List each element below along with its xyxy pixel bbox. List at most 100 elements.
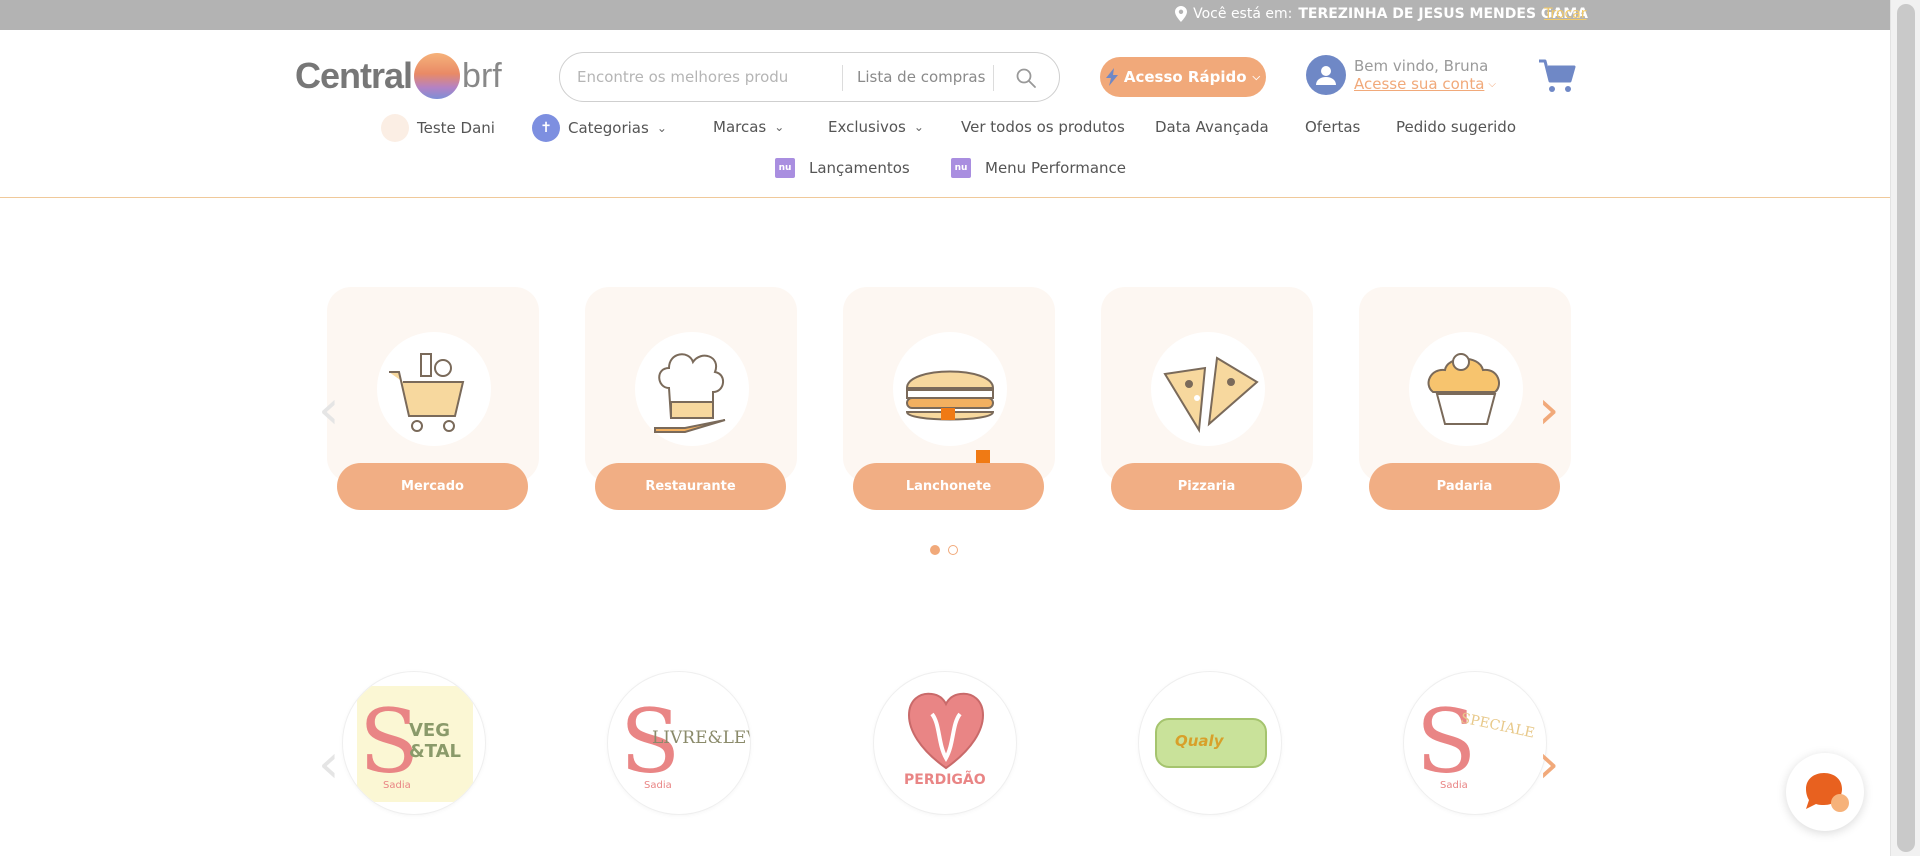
- nav-item-ver-todos[interactable]: Ver todos os produtos: [961, 118, 1125, 136]
- category-icon-bg: [893, 332, 1007, 446]
- category-card-restaurante[interactable]: Restaurante: [585, 287, 797, 510]
- nav-label: Ver todos os produtos: [961, 118, 1125, 136]
- chevron-down-icon: ⌵: [1252, 71, 1261, 83]
- logo-sun-icon: [414, 53, 461, 99]
- location-prefix: Você está em:: [1193, 6, 1293, 22]
- nav-item-ofertas[interactable]: Ofertas: [1305, 118, 1360, 136]
- category-icon-bg: [1409, 332, 1523, 446]
- nav-label: Categorias: [568, 119, 649, 137]
- nav-item-exclusivos[interactable]: Exclusivos ⌄: [828, 118, 924, 136]
- user-icon: [1316, 66, 1336, 85]
- search-input[interactable]: Encontre os melhores produtos para: [577, 68, 787, 86]
- nav-item-pedido-sugerido[interactable]: Pedido sugerido: [1396, 118, 1516, 136]
- menu-performance-icon: nu: [951, 158, 971, 178]
- nav-label: Data Avançada: [1155, 118, 1269, 136]
- shopping-cart-icon: [389, 353, 465, 432]
- nav-item-data-avancada[interactable]: Data Avançada: [1155, 118, 1269, 136]
- category-button[interactable]: Restaurante: [595, 463, 786, 510]
- central-brf-logo[interactable]: Central brf: [295, 51, 502, 101]
- nav-label: Ofertas: [1305, 118, 1361, 136]
- chef-hat-icon: [654, 353, 726, 433]
- lancamentos-icon: nu: [775, 158, 795, 178]
- category-card-mercado[interactable]: Mercado: [327, 287, 539, 510]
- page-scrollbar[interactable]: [1890, 0, 1920, 856]
- nav-label: Teste Dani: [417, 119, 495, 137]
- category-icon-bg: [1151, 332, 1265, 446]
- chat-button[interactable]: [1786, 753, 1864, 831]
- site-header: Central brf Encontre os melhores produto…: [0, 30, 1890, 198]
- brands-prev-arrow-icon[interactable]: ‹: [318, 732, 340, 795]
- chevron-down-icon: ⌵: [1488, 78, 1496, 90]
- brand-sub: Sadia: [644, 780, 672, 791]
- burger-icon: [905, 370, 995, 421]
- brand-label: VEG &TAL: [409, 720, 461, 762]
- marker-indicator: [976, 450, 990, 464]
- nav-label: Marcas: [713, 118, 767, 136]
- chat-bubbles-icon: [1806, 773, 1849, 812]
- nav-item-teste-dani[interactable]: Teste Dani: [381, 114, 495, 142]
- search-bar: Encontre os melhores produtos para Lista…: [559, 52, 1060, 102]
- quick-access-label: Acesso Rápido: [1123, 68, 1247, 86]
- welcome-text: Bem vindo, Bruna: [1354, 57, 1489, 75]
- carousel-dot[interactable]: [948, 545, 958, 555]
- carousel-dot[interactable]: [930, 545, 940, 555]
- teste-dani-icon: [381, 114, 409, 142]
- chevron-down-icon: ⌄: [913, 120, 924, 134]
- cart-icon[interactable]: [1537, 57, 1577, 97]
- cupcake-icon: [1427, 353, 1500, 425]
- brand-sub: Sadia: [1440, 780, 1468, 791]
- sadia-s-icon: S: [1416, 690, 1477, 793]
- carousel-next-arrow-icon[interactable]: ›: [1538, 378, 1560, 441]
- carousel-pagination: [930, 545, 958, 555]
- location-pin-icon: [1175, 6, 1188, 22]
- carousel-prev-arrow-icon[interactable]: ‹: [318, 378, 340, 441]
- brand-logo-qualy[interactable]: Qualy: [1138, 671, 1282, 815]
- brands-next-arrow-icon[interactable]: ›: [1538, 732, 1560, 795]
- brand-label: Qualy: [1175, 732, 1224, 750]
- category-icon-bg: [635, 332, 749, 446]
- category-button[interactable]: Padaria: [1369, 463, 1560, 510]
- shopping-list-button[interactable]: Lista de compras: [857, 68, 985, 86]
- quick-access-button[interactable]: Acesso Rápido ⌵: [1100, 57, 1266, 97]
- cutlery-icon: ✝: [532, 114, 560, 142]
- nav-label: Exclusivos: [828, 118, 906, 136]
- account-link[interactable]: Acesse sua conta: [1354, 75, 1484, 93]
- pizza-icon: [1163, 356, 1259, 434]
- nav-item-menu-performance[interactable]: nu Menu Performance: [951, 158, 1126, 178]
- brand-logo-perdigao[interactable]: PERDIGÃO: [873, 671, 1017, 815]
- location-bar: Você está em: TEREZINHA DE JESUS MENDES …: [0, 0, 1890, 30]
- nav-item-marcas[interactable]: Marcas ⌄: [713, 118, 784, 136]
- change-location-link[interactable]: Trocar: [1544, 6, 1587, 22]
- search-icon[interactable]: [1015, 67, 1037, 89]
- category-card-pizzaria[interactable]: Pizzaria: [1101, 287, 1313, 510]
- logo-text-brf: brf: [462, 56, 502, 95]
- category-card-lanchonete[interactable]: Lanchonete: [843, 287, 1055, 510]
- category-button[interactable]: Pizzaria: [1111, 463, 1302, 510]
- nav-label: Lançamentos: [809, 159, 910, 177]
- chevron-down-icon: ⌄: [656, 121, 667, 135]
- brand-sub: Sadia: [383, 780, 411, 791]
- location-info: Você está em: TEREZINHA DE JESUS MENDES …: [1175, 6, 1588, 22]
- brand-label: LIVRE&LEV: [652, 728, 751, 748]
- category-icon-bg: [377, 332, 491, 446]
- logo-text-central: Central: [295, 55, 413, 96]
- nav-item-lancamentos[interactable]: nu Lançamentos: [775, 158, 910, 178]
- nav-label: Pedido sugerido: [1396, 118, 1516, 136]
- chevron-down-icon: ⌄: [774, 120, 785, 134]
- account-text: Bem vindo, Bruna Acesse sua conta ⌵: [1354, 57, 1496, 93]
- scrollbar-thumb[interactable]: [1897, 4, 1915, 852]
- brand-label: PERDIGÃO: [904, 772, 986, 788]
- account-menu[interactable]: Bem vindo, Bruna Acesse sua conta ⌵: [1306, 55, 1496, 95]
- lightning-icon: [1105, 68, 1118, 86]
- avatar[interactable]: [1306, 55, 1346, 95]
- brand-logo-livre-lev[interactable]: S LIVRE&LEV Sadia: [607, 671, 751, 815]
- perdigao-heart-icon: [908, 692, 984, 770]
- brand-logo-veg-tal[interactable]: S VEG &TAL Sadia: [342, 671, 486, 815]
- category-button[interactable]: Lanchonete: [853, 463, 1044, 510]
- search-divider: [993, 65, 994, 91]
- nav-item-categorias[interactable]: ✝ Categorias ⌄: [532, 114, 667, 142]
- search-divider: [842, 65, 843, 91]
- category-button[interactable]: Mercado: [337, 463, 528, 510]
- brand-logo-speciale[interactable]: S SPECIALE Sadia: [1403, 671, 1547, 815]
- nav-label: Menu Performance: [985, 159, 1127, 177]
